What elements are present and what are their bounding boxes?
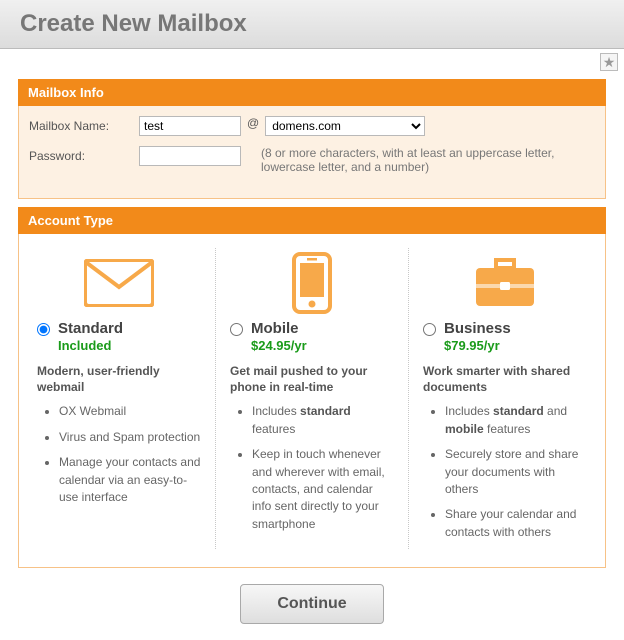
plan-mobile-price: $24.95/yr	[251, 338, 307, 353]
list-item: Share your calendar and contacts with ot…	[445, 506, 587, 541]
plan-standard-name: Standard	[58, 320, 123, 337]
plan-mobile-row: Mobile $24.95/yr	[230, 320, 394, 353]
continue-button[interactable]: Continue	[240, 584, 383, 624]
mailbox-info-body: Mailbox Name: @ domens.com Password: (8 …	[18, 106, 606, 199]
list-item: Includes standard features	[252, 403, 394, 438]
password-row: Password: (8 or more characters, with at…	[29, 146, 595, 174]
plan-standard-row: Standard Included	[37, 320, 201, 353]
plan-standard: Standard Included Modern, user-friendly …	[23, 248, 216, 549]
mailbox-name-row: Mailbox Name: @ domens.com	[29, 116, 595, 136]
list-item: Manage your contacts and calendar via an…	[59, 454, 201, 506]
plan-standard-radio[interactable]	[37, 323, 50, 336]
list-item: Keep in touch whenever and wherever with…	[252, 446, 394, 533]
list-item: Includes standard and mobile features	[445, 403, 587, 438]
title-bar: Create New Mailbox	[0, 0, 624, 49]
password-input[interactable]	[139, 146, 241, 166]
plan-business-tagline: Work smarter with shared documents	[423, 363, 587, 395]
page-title: Create New Mailbox	[20, 10, 604, 38]
at-symbol: @	[241, 116, 265, 130]
mailbox-info-header: Mailbox Info	[18, 79, 606, 106]
mailbox-info-panel: Mailbox Info Mailbox Name: @ domens.com …	[18, 79, 606, 199]
plan-standard-price: Included	[58, 338, 123, 353]
account-type-panel: Account Type Standard Included Modern, u…	[18, 207, 606, 568]
phone-icon	[230, 248, 394, 318]
plan-mobile: Mobile $24.95/yr Get mail pushed to your…	[216, 248, 409, 549]
plan-mobile-radio[interactable]	[230, 323, 243, 336]
password-label: Password:	[29, 146, 139, 163]
plan-business-row: Business $79.95/yr	[423, 320, 587, 353]
mailbox-name-label: Mailbox Name:	[29, 116, 139, 133]
plan-standard-features: OX Webmail Virus and Spam protection Man…	[37, 403, 201, 506]
mailbox-name-input[interactable]	[139, 116, 241, 136]
password-hint: (8 or more characters, with at least an …	[241, 146, 595, 174]
plan-business-name: Business	[444, 320, 511, 337]
envelope-icon	[37, 248, 201, 318]
plan-mobile-features: Includes standard features Keep in touch…	[230, 403, 394, 533]
plan-standard-tagline: Modern, user-friendly webmail	[37, 363, 201, 395]
briefcase-icon	[423, 248, 587, 318]
star-row: ★	[0, 49, 624, 71]
favorite-star-button[interactable]: ★	[600, 53, 618, 71]
list-item: OX Webmail	[59, 403, 201, 420]
domain-select[interactable]: domens.com	[265, 116, 425, 136]
plan-business-features: Includes standard and mobile features Se…	[423, 403, 587, 541]
account-type-header: Account Type	[18, 207, 606, 234]
list-item: Securely store and share your documents …	[445, 446, 587, 498]
button-row: Continue	[0, 576, 624, 640]
plan-business: Business $79.95/yr Work smarter with sha…	[409, 248, 601, 549]
plan-business-price: $79.95/yr	[444, 338, 511, 353]
account-type-body: Standard Included Modern, user-friendly …	[18, 234, 606, 568]
list-item: Virus and Spam protection	[59, 429, 201, 446]
plan-mobile-tagline: Get mail pushed to your phone in real-ti…	[230, 363, 394, 395]
plan-mobile-name: Mobile	[251, 320, 307, 337]
plan-business-radio[interactable]	[423, 323, 436, 336]
